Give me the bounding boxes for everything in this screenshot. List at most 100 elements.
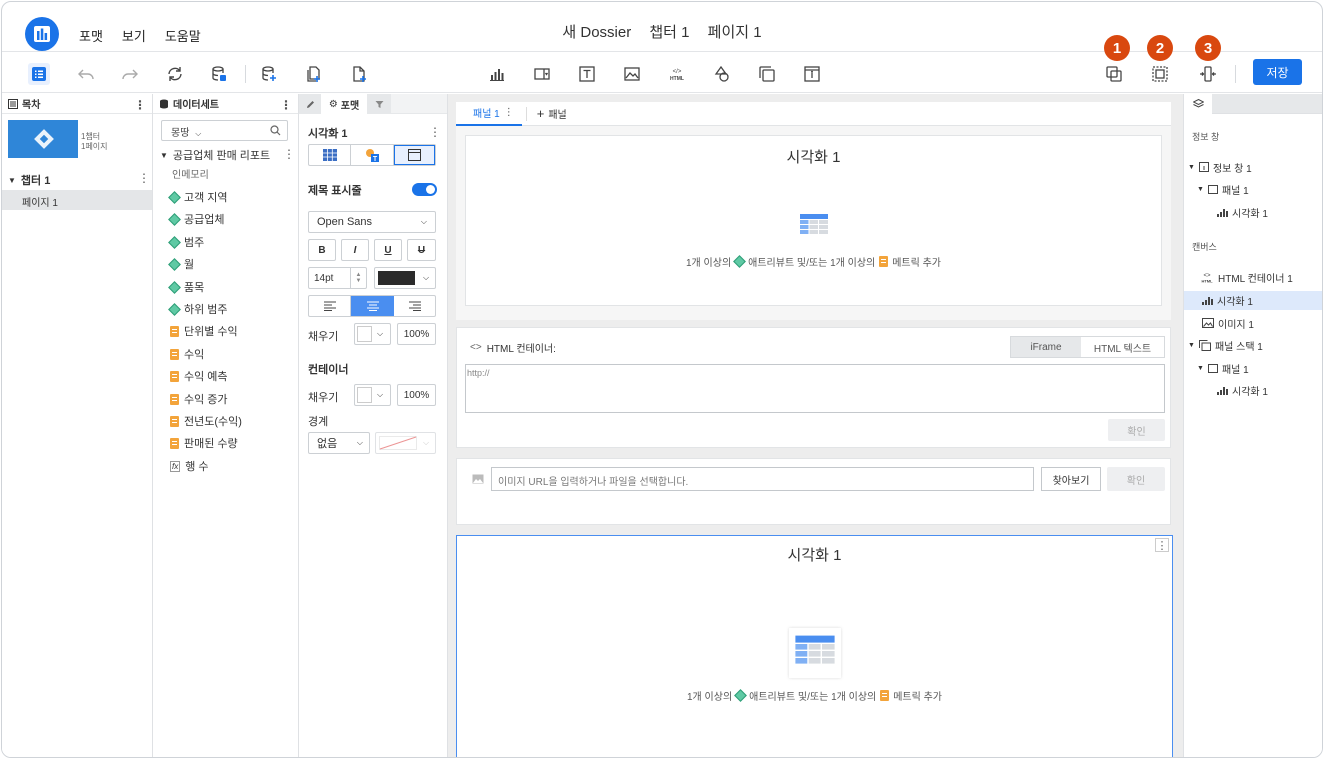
text-box-icon[interactable]	[576, 63, 598, 85]
panel-stack-icon[interactable]	[756, 63, 778, 85]
layer-image[interactable]: 이미지 1	[1184, 314, 1322, 332]
caret-down-icon[interactable]: ▼	[1197, 186, 1204, 193]
layer-info-window[interactable]: ▼ 정보 창 1	[1184, 158, 1322, 176]
font-family-select[interactable]: Open Sans ⌵	[308, 211, 436, 233]
align-right-icon[interactable]	[394, 296, 435, 316]
metric-item[interactable]: 수익	[170, 346, 204, 362]
panel-tab-more-icon[interactable]: ⋮	[504, 107, 514, 118]
border-color-picker[interactable]: ⌵	[375, 432, 436, 454]
chapter-more-icon[interactable]: ⋮	[138, 171, 150, 185]
browse-button[interactable]: 찾아보기	[1041, 467, 1101, 491]
caret-down-icon[interactable]: ▼	[1188, 164, 1195, 171]
layer-stack-visualization[interactable]: 시각화 1	[1184, 381, 1322, 399]
attribute-item[interactable]: 하위 범주	[168, 301, 228, 317]
filter-selector-icon[interactable]	[531, 63, 553, 85]
html-url-input[interactable]: http://	[465, 364, 1165, 413]
layer-info-panel[interactable]: ▼ 패널 1	[1184, 180, 1322, 198]
align-left-icon[interactable]	[309, 296, 351, 316]
align-center-icon[interactable]	[351, 296, 394, 316]
add-data-icon[interactable]	[258, 63, 280, 85]
select-region-icon[interactable]	[1149, 63, 1171, 85]
image-confirm-button[interactable]: 확인	[1107, 467, 1165, 491]
save-button[interactable]: 저장	[1253, 59, 1302, 85]
redo-icon[interactable]	[119, 63, 141, 85]
attribute-item[interactable]: 고객 지역	[168, 189, 228, 205]
tab-editor[interactable]	[299, 94, 321, 114]
metric-item[interactable]: 수익 예측	[170, 368, 228, 384]
caret-down-icon[interactable]: ▼	[1197, 365, 1204, 372]
add-panel-button[interactable]: + 패널	[531, 106, 573, 121]
layer-panel-stack[interactable]: ▼ 패널 스택 1	[1184, 336, 1322, 354]
shape-icon[interactable]	[711, 63, 733, 85]
underline-button[interactable]: U	[374, 239, 402, 261]
html-confirm-button[interactable]: 확인	[1108, 419, 1165, 441]
dataset-search-input[interactable]: 몽땅 ⌵	[161, 120, 288, 141]
toc-toggle-icon[interactable]	[28, 63, 50, 85]
data-source-icon[interactable]	[208, 63, 230, 85]
attribute-item[interactable]: 공급업체	[168, 211, 224, 227]
visualization-icon[interactable]	[486, 63, 508, 85]
tab-panel-1[interactable]: 패널 1 ⋮	[456, 102, 522, 126]
image-container-card[interactable]: 이미지 URL을 입력하거나 파일을 선택합니다. 찾아보기 확인	[456, 458, 1171, 525]
metric-item[interactable]: 수익 증가	[170, 391, 228, 407]
metric-item[interactable]: 전년도(수익)	[170, 413, 242, 429]
information-window-icon[interactable]	[801, 63, 823, 85]
visualization-1-card[interactable]: 시각화 1 1개 이상의 애트리뷰트 및/또는 1개 이상의 메트릭 추가	[465, 135, 1162, 306]
page-thumbnail[interactable]	[8, 120, 78, 158]
bold-button[interactable]: B	[308, 239, 336, 261]
strikethrough-button[interactable]: U	[407, 239, 436, 261]
font-size-stepper[interactable]: 14pt ▲ ▼	[308, 267, 367, 289]
layer-stack-panel[interactable]: ▼ 패널 1	[1184, 359, 1322, 377]
fill-color-picker[interactable]: ⌵	[354, 323, 391, 345]
image-url-input[interactable]: 이미지 URL을 입력하거나 파일을 선택합니다.	[491, 467, 1034, 491]
expand-width-icon[interactable]	[1197, 63, 1219, 85]
image-icon[interactable]	[621, 63, 643, 85]
html-container-card[interactable]: <> HTML 컨테이너: iFrame HTML 텍스트 http:// 확인	[456, 327, 1171, 448]
tab-html-text[interactable]: HTML 텍스트	[1081, 337, 1164, 357]
attribute-item[interactable]: 품목	[168, 279, 204, 295]
container-fill-picker[interactable]: ⌵	[354, 384, 391, 406]
undo-icon[interactable]	[75, 63, 97, 85]
border-style-select[interactable]: 없음 ⌵	[308, 432, 370, 454]
layer-html-container[interactable]: <> HTML HTML 컨테이너 1	[1184, 268, 1322, 286]
new-page-icon[interactable]	[348, 63, 370, 85]
tab-iframe[interactable]: iFrame	[1011, 337, 1081, 357]
duplicate-page-icon[interactable]	[303, 63, 325, 85]
font-color-picker[interactable]: ⌵	[374, 267, 436, 289]
dataset-more-icon[interactable]: ⋮	[280, 98, 292, 112]
toc-more-icon[interactable]: ⋮	[134, 98, 146, 112]
grid-format-icon[interactable]	[309, 145, 351, 165]
layer-info-visualization[interactable]: 시각화 1	[1184, 203, 1322, 221]
layers-tab[interactable]	[1184, 94, 1212, 114]
format-more-icon[interactable]: ⋮	[429, 125, 441, 139]
dataset-report-row[interactable]: ▼ 공급업체 판매 리포트	[160, 147, 270, 163]
search-icon[interactable]	[270, 125, 281, 136]
html-container-icon[interactable]: </> HTML	[666, 63, 688, 85]
attribute-item[interactable]: 범주	[168, 234, 204, 250]
layer-visualization-selected[interactable]: 시각화 1	[1184, 291, 1322, 310]
italic-button[interactable]: I	[341, 239, 369, 261]
container-opacity-input[interactable]: 100%	[397, 384, 436, 406]
refresh-icon[interactable]	[164, 63, 186, 85]
report-more-icon[interactable]: ⋮	[283, 147, 295, 161]
stepper-arrows-icon[interactable]: ▲ ▼	[350, 268, 366, 288]
visualization-more-icon[interactable]: ⋮	[1155, 538, 1169, 552]
derived-metric-item[interactable]: fx 행 수	[170, 458, 209, 474]
search-dropdown-icon[interactable]: ⌵	[195, 129, 201, 138]
tab-filter[interactable]	[367, 94, 391, 114]
container-format-icon[interactable]	[394, 145, 435, 165]
report-caret-icon[interactable]: ▼	[160, 151, 168, 160]
toc-page-item[interactable]: 페이지 1	[2, 190, 152, 210]
caret-down-icon[interactable]: ▼	[1188, 342, 1195, 349]
chapter-caret-icon[interactable]: ▼	[8, 176, 16, 185]
title-bar-toggle[interactable]	[412, 183, 437, 196]
visualization-2-card[interactable]: 시각화 1 ⋮ 1개 이상의 애트리뷰트 및/또는 1개 이상의 메트릭 추가	[456, 535, 1173, 757]
tab-format[interactable]: ⚙ 포맷	[321, 94, 367, 114]
attribute-item[interactable]: 월	[168, 256, 194, 272]
metric-item[interactable]: 판매된 수량	[170, 435, 238, 451]
fill-opacity-input[interactable]: 100%	[397, 323, 436, 345]
metric-item[interactable]: 단위별 수익	[170, 323, 238, 339]
title-text-format-icon[interactable]: T	[351, 145, 394, 165]
toc-chapter-row[interactable]: ▼ 챕터 1	[8, 172, 50, 188]
group-icon[interactable]	[1103, 63, 1125, 85]
